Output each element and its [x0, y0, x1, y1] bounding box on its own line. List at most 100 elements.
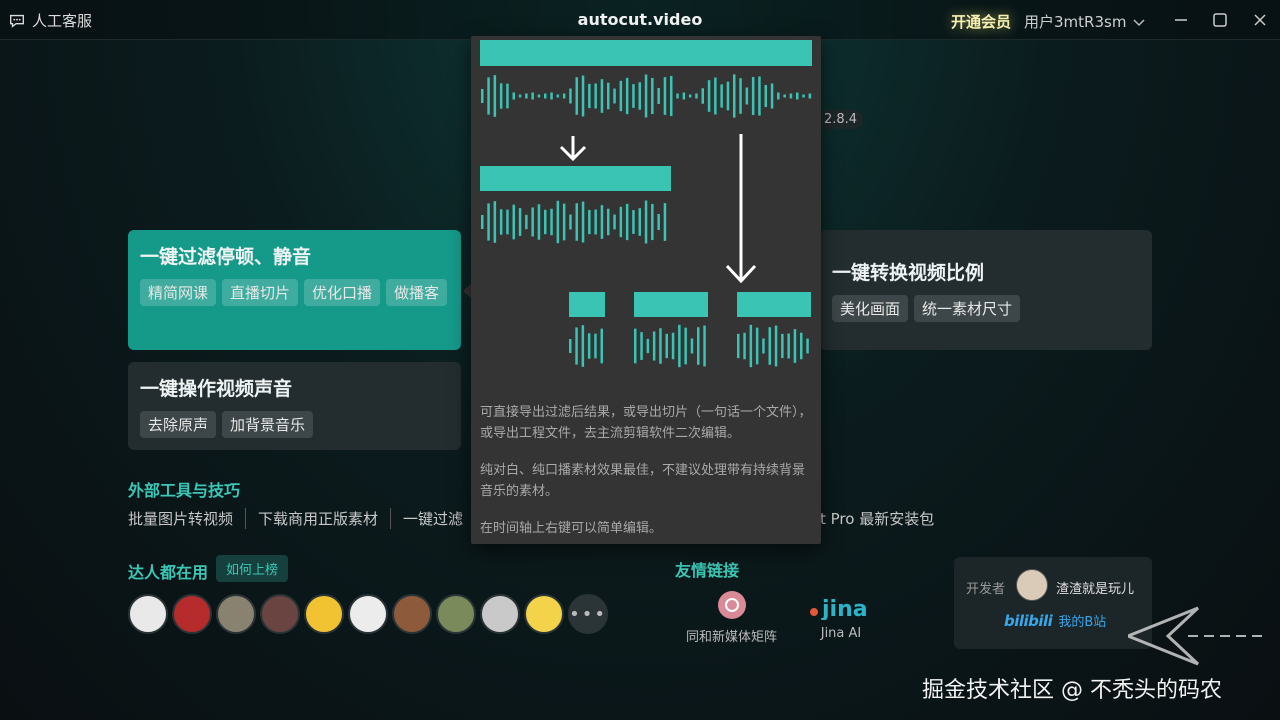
waveform-bar — [607, 208, 610, 236]
waveform-bar — [720, 84, 723, 108]
expert-avatar[interactable] — [260, 594, 300, 634]
waveform-bar — [487, 77, 490, 115]
waveform-bar — [619, 206, 623, 238]
waveform-bar — [644, 200, 648, 244]
waveform-bar — [537, 94, 541, 98]
waveform-bar — [714, 77, 717, 115]
expert-avatar[interactable] — [304, 594, 344, 634]
expert-avatar[interactable] — [392, 594, 432, 634]
feature-tag[interactable]: 优化口播 — [304, 279, 381, 306]
customer-support-button[interactable]: 人工客服 — [8, 10, 92, 31]
waveform-bar — [793, 329, 797, 363]
tool-link[interactable]: 下载商用正版素材 — [245, 508, 390, 529]
waveform-bar — [789, 93, 793, 99]
friend-link-jina[interactable]: jina Jina AI — [806, 590, 876, 641]
waveform-bar — [512, 92, 515, 100]
slice-bar — [737, 292, 811, 317]
feature-card-audio[interactable]: 一键操作视频声音 去除原声 加背景音乐 — [128, 362, 461, 450]
waveform-bar — [651, 77, 654, 115]
waveform-bar — [758, 76, 761, 116]
feature-tag[interactable]: 加背景音乐 — [222, 411, 314, 438]
feature-tag[interactable]: 统一素材尺寸 — [914, 295, 1021, 322]
filtered-clip-bar — [480, 166, 671, 191]
tonghe-logo-icon — [717, 591, 746, 619]
waveform-bar — [745, 87, 749, 105]
expert-avatar[interactable] — [172, 594, 212, 634]
waveform-bar — [737, 333, 740, 359]
expert-avatar[interactable] — [436, 594, 476, 634]
waveform-bar — [726, 81, 730, 111]
waveform-bar — [493, 201, 497, 243]
waveform-bar — [537, 204, 541, 240]
waveform-bar — [796, 92, 799, 100]
developer-avatar — [1016, 569, 1048, 601]
waveform-bar — [751, 77, 755, 115]
minimize-button[interactable] — [1169, 8, 1193, 32]
expert-avatars: ••• — [128, 594, 608, 634]
username: 用户3mtR3sm — [1024, 13, 1127, 31]
waveform-bar — [600, 79, 604, 113]
feature-tag[interactable]: 精简网课 — [140, 279, 217, 306]
waveform-bar — [544, 209, 547, 235]
tools-section-title: 外部工具与技巧 — [128, 481, 241, 500]
waveform-bar — [632, 210, 635, 234]
developer-label: 开发者 — [966, 582, 1006, 597]
waveform-bar — [625, 77, 629, 115]
waveform-bar — [632, 84, 635, 108]
waveform-bar — [749, 324, 753, 368]
waveform-bar — [697, 327, 700, 365]
close-button[interactable] — [1248, 8, 1272, 32]
waveform-bar — [562, 93, 566, 99]
expert-avatar[interactable] — [216, 594, 256, 634]
popup-text-export: 可直接导出过滤后结果，或导出切片（一句话一个文件），或导出工程文件，去主流剪辑软… — [480, 405, 812, 441]
popup-text-edit: 在时间轴上右键可以简单编辑。 — [480, 521, 663, 536]
waveform-bar — [613, 214, 616, 230]
tool-link[interactable]: 批量图片转视频 — [128, 508, 245, 529]
expert-avatar[interactable] — [128, 594, 168, 634]
waveform-bar — [506, 209, 509, 235]
feature-tag[interactable]: 美化画面 — [832, 295, 909, 322]
expert-avatar[interactable] — [480, 594, 520, 634]
waveform-bar — [481, 89, 484, 103]
customer-support-label: 人工客服 — [32, 12, 93, 30]
waveform-bar — [743, 332, 746, 360]
waveform-bar — [562, 203, 566, 241]
feature-tag[interactable]: 做播客 — [386, 279, 448, 306]
friend-link-tonghe[interactable]: 同和新媒体矩阵 — [686, 590, 777, 645]
friend-link-label: 同和新媒体矩阵 — [686, 630, 778, 645]
waveform-bar — [652, 331, 656, 361]
feature-tag[interactable]: 直播切片 — [222, 279, 299, 306]
tool-link-installer[interactable]: t Pro 最新安装包 — [820, 508, 934, 529]
maximize-button[interactable] — [1208, 8, 1232, 32]
waveform-bar — [575, 203, 578, 241]
user-menu[interactable]: 用户3mtR3sm — [1024, 11, 1146, 32]
waveform-bar — [802, 94, 805, 98]
source-waveform — [481, 74, 812, 118]
waveform-bar — [657, 213, 660, 231]
developer-name: 渣渣就是玩儿 — [1056, 582, 1135, 597]
waveform-bar — [764, 84, 767, 108]
waveform-bar — [774, 325, 778, 367]
feature-tags: 去除原声 加背景音乐 — [140, 411, 449, 438]
developer-card: 开发者 渣渣就是玩儿 bilibili 我的B站 — [954, 557, 1152, 649]
jina-logo-icon: jina — [810, 597, 868, 620]
waveform-bar — [781, 333, 784, 359]
waveform-bar — [594, 333, 597, 359]
waveform-bar — [806, 338, 809, 354]
waveform-bar — [518, 94, 522, 98]
feature-card-aspect-ratio[interactable]: 一键转换视频比例 美化画面 统一素材尺寸 — [820, 230, 1152, 350]
how-to-rank-button[interactable]: 如何上榜 — [216, 555, 289, 582]
waveform-bar — [659, 328, 662, 364]
feature-tag[interactable]: 去除原声 — [140, 411, 217, 438]
waveform-bar — [575, 327, 578, 365]
bilibili-link[interactable]: bilibili 我的B站 — [1004, 611, 1106, 631]
expert-avatar[interactable] — [524, 594, 564, 634]
waveform-bar — [613, 88, 616, 104]
vip-button[interactable]: 开通会员 — [951, 11, 1011, 32]
expert-avatar[interactable] — [348, 594, 388, 634]
more-experts-button[interactable]: ••• — [568, 594, 608, 634]
waveform-bar — [783, 94, 786, 98]
feature-card-filter-silence[interactable]: 一键过滤停顿、静音 精简网课 直播切片 优化口播 做播客 — [128, 230, 461, 350]
waveform-bar — [733, 74, 736, 118]
tool-link[interactable]: 一键过滤 — [390, 508, 475, 529]
